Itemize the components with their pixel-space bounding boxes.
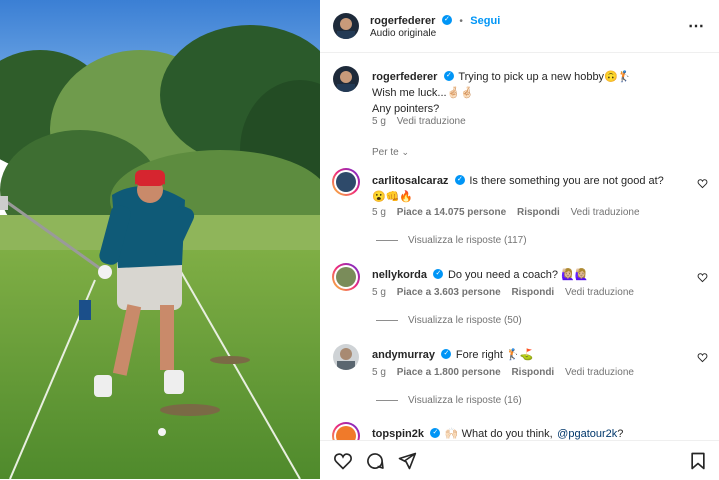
post-details-panel: rogerfederer ✓ • Segui Audio originale ⋯… [320,0,719,480]
comment-avatar-carlitosalcaraz[interactable] [332,168,360,196]
view-replies-button[interactable]: Visualizza le risposte (50) [376,315,522,326]
view-replies-button[interactable]: Visualizza le risposte (117) [376,235,527,246]
verified-icon: ✓ [433,268,444,279]
comment-text-end: ? [617,428,624,440]
comment-username[interactable]: andymurray [372,349,435,361]
caption-username[interactable]: rogerfederer [372,71,437,83]
verified-icon: ✓ [441,14,452,25]
chevron-down-icon: ⌄ [401,147,410,157]
sort-label: Per te [372,147,399,158]
comment-username[interactable]: topspin2k [372,428,424,440]
mention-link[interactable]: @pgatour2k [557,428,617,440]
view-replies-label: Visualizza le risposte (117) [408,235,527,246]
translate-link[interactable]: Vedi traduzione [571,207,640,218]
comment-age: 5 g [372,207,386,218]
audio-label[interactable]: Audio originale [370,28,436,39]
comment-text: 🙌🏻 What do you think, [444,428,553,440]
translate-link[interactable]: Vedi traduzione [565,367,634,378]
caption-translate-link[interactable]: Vedi traduzione [397,116,466,127]
comment-avatar-andymurray[interactable] [333,344,359,370]
reply-button[interactable]: Rispondi [511,287,554,298]
comment-username[interactable]: carlitosalcaraz [372,175,448,187]
view-replies-button[interactable]: Visualizza le risposte (16) [376,395,522,406]
reply-button[interactable]: Rispondi [517,207,560,218]
caption: rogerfederer ✓ Trying to pick up a new h… [372,68,702,117]
translate-link[interactable]: Vedi traduzione [565,287,634,298]
like-comment-icon[interactable] [697,272,708,283]
golf-photo-image [0,0,320,479]
comment-likes[interactable]: Piace a 14.075 persone [397,207,507,218]
verified-icon: ✓ [443,70,454,81]
comment-meta: 5 g Piace a 3.603 persone Rispondi Vedi … [372,287,634,298]
like-comment-icon[interactable] [697,352,708,363]
caption-text-line2: Wish me luck...🤞🏻🤞🏻 [372,87,474,99]
action-bar [320,440,719,480]
follow-button[interactable]: Segui [470,15,500,27]
comment-text: Is there something you are not good at? [469,175,664,187]
verified-icon: ✓ [454,174,465,185]
post-photo[interactable] [0,0,320,479]
comment-likes[interactable]: Piace a 3.603 persone [397,287,501,298]
caption-text-line1: Trying to pick up a new hobby🙃🏌️ [458,71,632,83]
comment-age: 5 g [372,287,386,298]
comment-text: Do you need a coach? 🙋🏼‍♀️🙋🏼‍♀️ [447,269,589,281]
comment-age: 5 g [372,367,386,378]
comment-text: Fore right 🏌️⛳ [455,349,534,361]
separator-dot: • [459,16,463,27]
verified-icon: ✓ [430,427,441,438]
comment-carlitosalcaraz: carlitosalcaraz ✓ Is there something you… [372,172,672,205]
verified-icon: ✓ [441,348,452,359]
comment-nellykorda: nellykorda ✓ Do you need a coach? 🙋🏼‍♀️🙋… [372,266,672,283]
like-comment-icon[interactable] [697,178,708,189]
comment-meta: 5 g Piace a 14.075 persone Rispondi Vedi… [372,207,640,218]
caption-meta: 5 g Vedi traduzione [372,116,466,127]
comment-avatar-nellykorda[interactable] [332,263,360,291]
comment-icon[interactable] [365,451,385,471]
caption-avatar[interactable] [333,66,359,92]
view-replies-label: Visualizza le risposte (50) [408,315,522,326]
save-icon[interactable] [688,451,708,471]
post-header: rogerfederer ✓ • Segui Audio originale ⋯ [320,0,719,53]
share-icon[interactable] [397,451,417,471]
caption-text-line3: Any pointers? [372,103,440,115]
caption-age: 5 g [372,116,386,127]
comment-andymurray: andymurray ✓ Fore right 🏌️⛳ [372,346,672,363]
more-options-icon[interactable]: ⋯ [688,16,705,36]
sort-dropdown[interactable]: Per te ⌄ [372,147,409,158]
author-avatar[interactable] [333,13,359,39]
comment-meta: 5 g Piace a 1.800 persone Rispondi Vedi … [372,367,634,378]
comment-username[interactable]: nellykorda [372,269,427,281]
comment-text-line2: 😮👊🔥 [372,191,414,203]
like-icon[interactable] [333,451,353,471]
author-username[interactable]: rogerfederer [370,15,435,27]
comment-likes[interactable]: Piace a 1.800 persone [397,367,501,378]
reply-button[interactable]: Rispondi [511,367,554,378]
comment-topspin2k: topspin2k ✓ 🙌🏻 What do you think, @pgato… [372,426,692,441]
view-replies-label: Visualizza le risposte (16) [408,395,522,406]
